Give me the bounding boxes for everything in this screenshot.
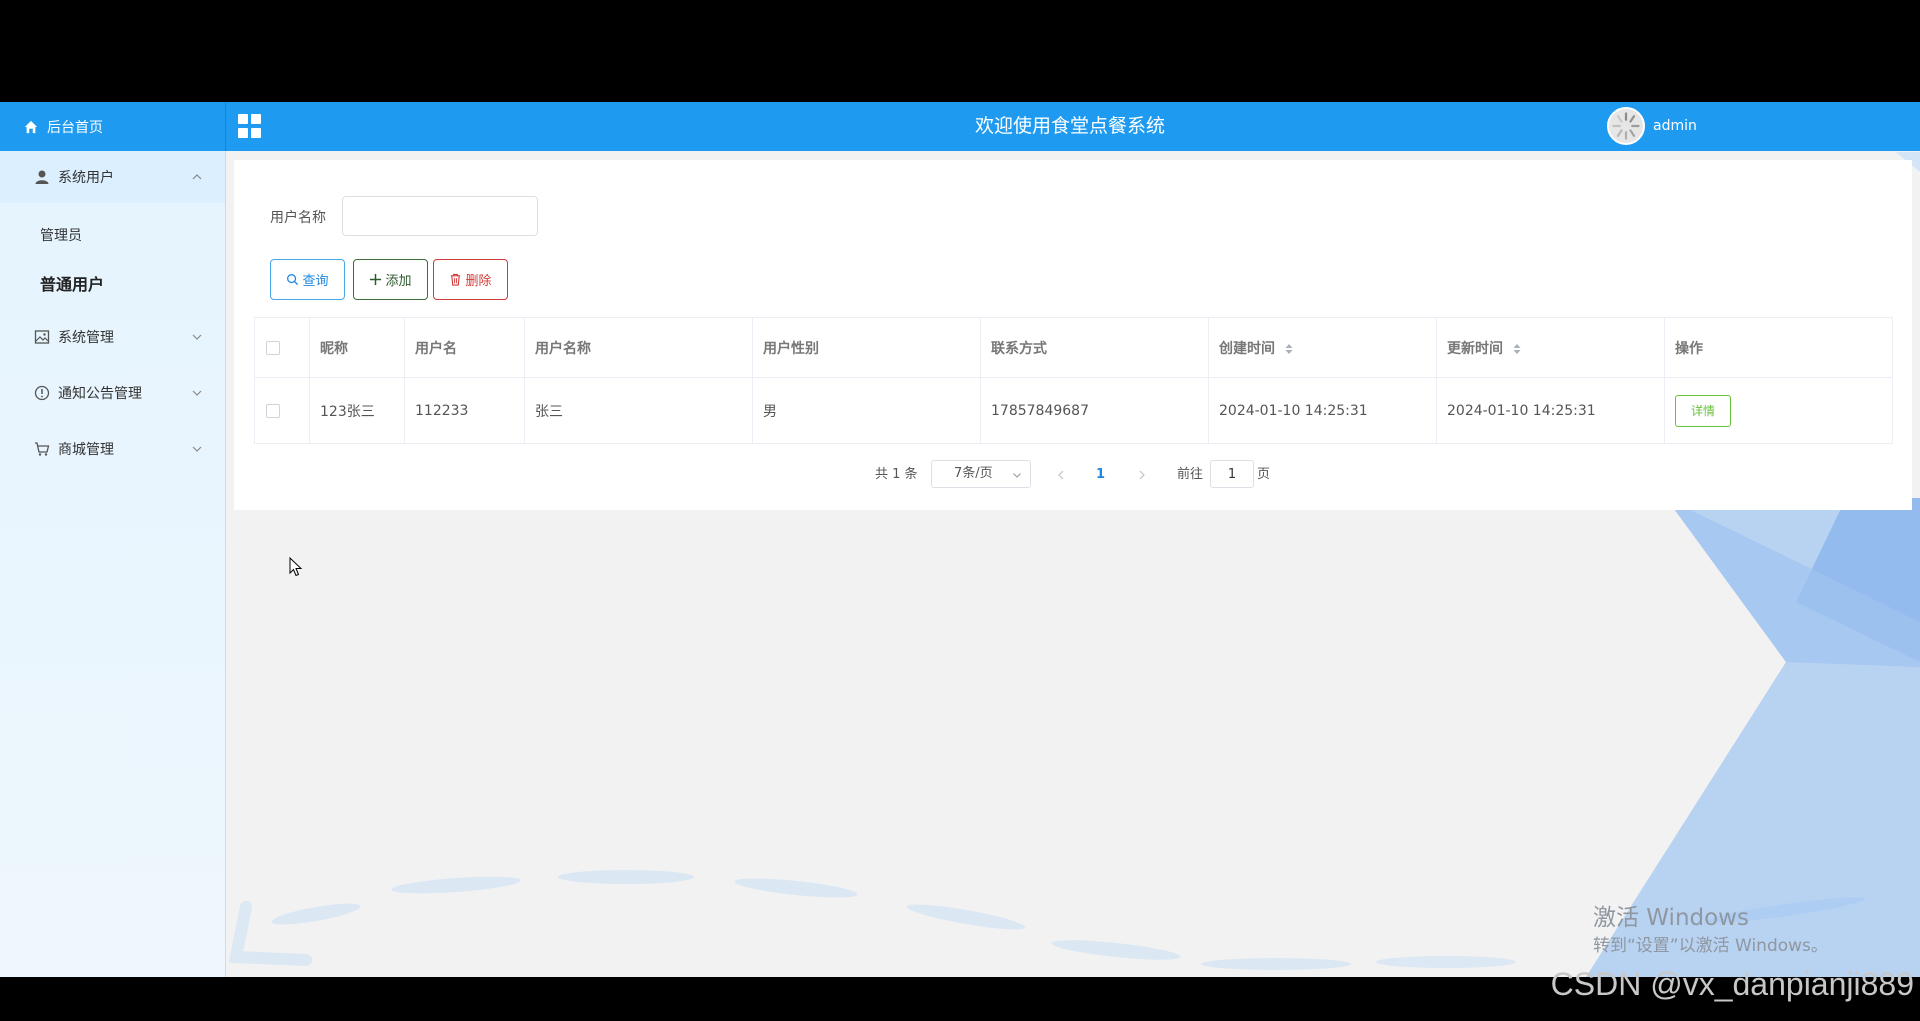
cell-nickname: 123张三	[309, 377, 405, 444]
table-row: 123张三 112233 张三 男 17857849687 2024-01-10…	[254, 377, 1893, 444]
select-all-cell[interactable]	[254, 317, 310, 378]
add-button-label: 添加	[385, 274, 412, 289]
detail-button[interactable]: 详情	[1675, 394, 1731, 427]
column-header-created-sortable[interactable]: 创建时间	[1208, 317, 1437, 378]
plus-icon	[370, 273, 382, 286]
goto-page-input[interactable]	[1210, 460, 1254, 488]
username-search-input[interactable]	[342, 196, 538, 236]
column-header-label: 更新时间	[1447, 340, 1503, 357]
sidebar-item-notice-management[interactable]: 通知公告管理	[0, 367, 225, 419]
current-page-number[interactable]: 1	[1096, 460, 1105, 490]
sidebar-item-label: 系统用户	[58, 170, 114, 186]
pagination-total: 共 1 条	[875, 467, 918, 482]
sidebar-item-mall-management[interactable]: 商城管理	[0, 423, 225, 475]
sidebar-item-label: 系统管理	[58, 330, 114, 346]
screen: 后台首页 欢迎使用食堂点餐系统 admin 系统用户 管理员 普通用户 系统管理…	[0, 0, 1920, 1021]
chevron-down-icon	[192, 446, 202, 452]
sort-icon[interactable]	[1512, 342, 1522, 356]
delete-button[interactable]: 删除	[433, 259, 508, 300]
filter-label: 用户名称	[270, 210, 326, 226]
page-size-value: 7条/页	[954, 466, 993, 481]
trash-icon	[451, 273, 461, 286]
column-header: 昵称	[309, 317, 405, 378]
column-header-label: 创建时间	[1219, 340, 1275, 357]
chevron-down-icon	[1013, 473, 1021, 478]
pagination: 共 1 条 7条/页 1 前往 页	[234, 460, 1912, 490]
activate-windows-title: 激活 Windows	[1593, 905, 1749, 931]
cart-icon	[35, 442, 50, 456]
chevron-down-icon	[192, 390, 202, 396]
activate-windows-subtitle: 转到“设置”以激活 Windows。	[1593, 936, 1828, 956]
sort-icon[interactable]	[1284, 342, 1294, 356]
search-button[interactable]: 查询	[270, 259, 345, 300]
next-page-icon[interactable]	[1137, 468, 1147, 482]
image-icon	[34, 330, 50, 344]
sidebar-item-label: 商城管理	[58, 442, 114, 458]
prev-page-icon[interactable]	[1056, 468, 1066, 482]
chevron-down-icon	[192, 334, 202, 340]
cell-created: 2024-01-10 14:25:31	[1208, 377, 1437, 444]
sidebar-item-label: 通知公告管理	[58, 386, 142, 402]
page-unit-label: 页	[1257, 467, 1271, 482]
chevron-up-icon	[192, 174, 202, 180]
delete-button-label: 删除	[465, 274, 492, 289]
loading-avatar-icon	[1612, 112, 1640, 140]
search-button-label: 查询	[302, 274, 329, 289]
page-size-select[interactable]: 7条/页	[931, 460, 1031, 488]
top-header: 后台首页 欢迎使用食堂点餐系统 admin	[0, 102, 1920, 151]
column-header: 用户名	[404, 317, 525, 378]
csdn-watermark: CSDN @vx_danpianji889	[1550, 966, 1914, 1002]
user-icon	[35, 170, 49, 184]
sidebar: 系统用户 管理员 普通用户 系统管理 通知公告管理 商城管理	[0, 151, 226, 977]
app-title: 欢迎使用食堂点餐系统	[974, 115, 1165, 137]
sidebar-item-system-users[interactable]: 系统用户	[0, 151, 225, 203]
column-header-updated-sortable[interactable]: 更新时间	[1436, 317, 1665, 378]
column-header: 用户性别	[752, 317, 981, 378]
home-link[interactable]: 后台首页	[0, 102, 226, 151]
user-name[interactable]: admin	[1653, 102, 1697, 151]
sidebar-item-system-management[interactable]: 系统管理	[0, 311, 225, 363]
users-table: 昵称 用户名 用户名称 用户性别 联系方式 创建时间 更新时间 操作 123张三…	[254, 317, 1893, 444]
cell-username: 112233	[404, 377, 525, 444]
table-header-row: 昵称 用户名 用户名称 用户性别 联系方式 创建时间 更新时间 操作	[254, 317, 1893, 378]
home-icon	[24, 120, 38, 133]
row-select-cell[interactable]	[254, 377, 310, 444]
app-window: 后台首页 欢迎使用食堂点餐系统 admin 系统用户 管理员 普通用户 系统管理…	[0, 102, 1920, 977]
sidebar-subitem-admin[interactable]: 管理员	[0, 210, 225, 260]
cell-gender: 男	[752, 377, 981, 444]
cell-updated: 2024-01-10 14:25:31	[1436, 377, 1665, 444]
select-all-checkbox[interactable]	[266, 340, 280, 355]
avatar[interactable]	[1607, 107, 1645, 145]
sidebar-subitem-regular-users[interactable]: 普通用户	[0, 258, 225, 308]
column-header: 用户名称	[524, 317, 753, 378]
info-circle-icon	[34, 385, 50, 401]
main-content: 用户名称 查询 添加 删除 昵称 用户名 用户名称 用户性别 联系方式 创建时间…	[234, 160, 1912, 510]
column-header: 操作	[1664, 317, 1893, 378]
mouse-cursor-icon	[289, 557, 303, 577]
column-header: 联系方式	[980, 317, 1209, 378]
add-button[interactable]: 添加	[353, 259, 428, 300]
cell-name: 张三	[524, 377, 753, 444]
row-checkbox[interactable]	[266, 403, 280, 418]
menu-grid-icon[interactable]	[238, 114, 262, 138]
goto-label: 前往	[1177, 467, 1204, 482]
sidebar-subitem-label: 普通用户	[40, 275, 105, 294]
sidebar-subitem-label: 管理员	[40, 228, 82, 244]
cell-phone: 17857849687	[980, 377, 1209, 444]
home-label: 后台首页	[47, 119, 103, 136]
cell-actions: 详情	[1664, 377, 1893, 444]
search-icon	[287, 274, 299, 286]
